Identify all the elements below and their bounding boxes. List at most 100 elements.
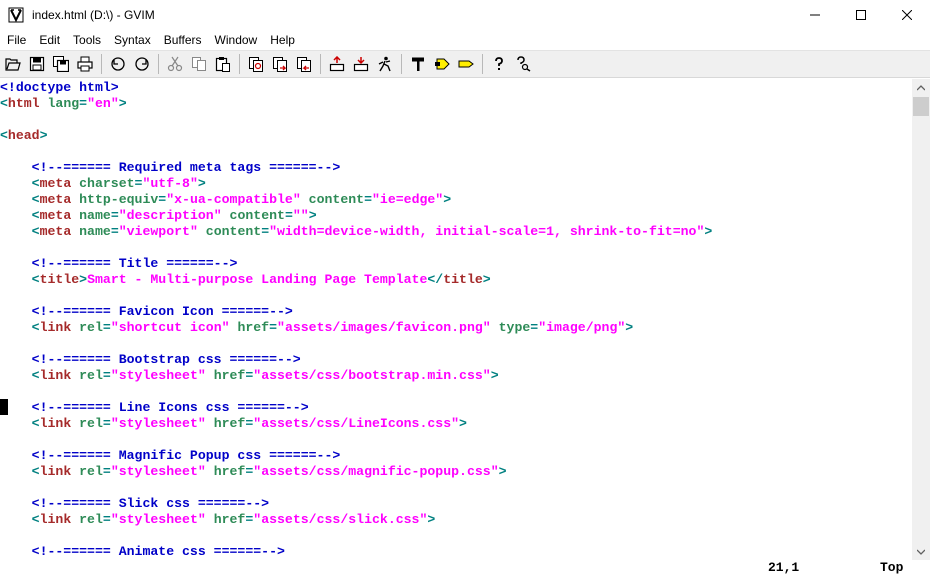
code-line[interactable]: <!--====== Bootstrap css ======--> [0, 352, 712, 368]
code-token: "width=device-width, initial-scale=1, sh… [269, 224, 705, 239]
code-token: "x-ua-compatible" [166, 192, 301, 207]
code-token: < [0, 128, 8, 143]
code-line[interactable]: <meta name="viewport" content="width=dev… [0, 224, 713, 240]
chevron-down-icon [917, 549, 925, 555]
code-line[interactable]: <!--====== Magnific Popup css ======--> [0, 448, 712, 464]
code-line[interactable] [0, 336, 712, 352]
toolbar-separator [158, 54, 159, 74]
print-button[interactable] [74, 53, 96, 75]
code-token: "en" [87, 96, 119, 111]
code-line[interactable]: <!--====== Required meta tags ======--> [0, 160, 712, 176]
code-line[interactable]: <!--====== Favicon Icon ======--> [0, 304, 712, 320]
save-button[interactable] [26, 53, 48, 75]
save-session-icon [353, 57, 369, 72]
run-ctags-button[interactable] [431, 53, 453, 75]
code-line[interactable] [0, 480, 712, 496]
make-button[interactable] [407, 53, 429, 75]
code-line[interactable]: <html lang="en"> [0, 96, 712, 112]
status-line: 21,1 Top [0, 560, 930, 577]
code-line[interactable] [0, 288, 712, 304]
code-token: lang [39, 96, 80, 111]
redo-button[interactable] [131, 53, 153, 75]
save-all-button[interactable] [50, 53, 72, 75]
open-button[interactable] [2, 53, 24, 75]
find-prev-button[interactable] [293, 53, 315, 75]
menu-buffers[interactable]: Buffers [157, 30, 208, 50]
minimize-button[interactable] [792, 0, 838, 30]
run-script-button[interactable] [374, 53, 396, 75]
code-line[interactable]: <link rel="stylesheet" href="assets/css/… [0, 464, 712, 480]
code-line[interactable] [0, 240, 712, 256]
code-line[interactable]: <!--====== Animate css ======--> [0, 544, 712, 560]
find-next-icon [273, 57, 287, 72]
vertical-scrollbar[interactable] [912, 79, 930, 560]
load-session-button[interactable] [326, 53, 348, 75]
maximize-button[interactable] [838, 0, 884, 30]
code-token: < [31, 368, 40, 383]
code-token: href [205, 416, 246, 431]
code-line[interactable]: <!--====== Title ======--> [0, 256, 712, 272]
scroll-up-button[interactable] [912, 79, 930, 96]
jump-tag-button[interactable] [455, 53, 477, 75]
code-token: <!doctype html> [0, 80, 119, 95]
menu-syntax[interactable]: Syntax [107, 30, 157, 50]
undo-button[interactable] [107, 53, 129, 75]
code-line[interactable]: <link rel="shortcut icon" href="assets/i… [0, 320, 712, 336]
code-line[interactable] [0, 144, 712, 160]
cut-button[interactable] [164, 53, 186, 75]
code-token: "stylesheet" [110, 512, 206, 527]
find-next-button[interactable] [269, 53, 291, 75]
jump-tag-icon [458, 60, 474, 68]
gvim-app-icon[interactable] [8, 7, 24, 23]
find-help-button[interactable] [512, 53, 534, 75]
menu-tools[interactable]: Tools [66, 30, 107, 50]
paste-button[interactable] [212, 53, 234, 75]
menu-edit[interactable]: Edit [32, 30, 66, 50]
code-line[interactable]: <link rel="stylesheet" href="assets/css/… [0, 416, 712, 432]
find-help-icon [517, 56, 531, 72]
code-line[interactable]: <link rel="stylesheet" href="assets/css/… [0, 368, 712, 384]
code-line[interactable]: <meta http-equiv = "x-ua-compatible" conte… [0, 192, 712, 208]
code-token: <!--====== Magnific Popup css ======--> [31, 448, 341, 463]
code-line[interactable]: <meta name="description" content=""> [0, 208, 712, 224]
code-token: <!--====== Bootstrap css ======--> [31, 352, 301, 367]
menu-file[interactable]: File [0, 30, 32, 50]
code-line[interactable] [0, 384, 712, 400]
close-button[interactable] [884, 0, 930, 30]
code-line[interactable]: <!--====== Line Icons css ======--> [0, 400, 712, 416]
copy-button[interactable] [188, 53, 210, 75]
code-line[interactable]: <!doctype html> [0, 80, 712, 96]
code-line[interactable] [0, 528, 712, 544]
code-line[interactable]: <head> [0, 128, 712, 144]
code-buffer[interactable]: <!doctype html> <html lang="en"> <head> <… [0, 80, 712, 560]
save-session-button[interactable] [350, 53, 372, 75]
menu-window[interactable]: Window [208, 30, 264, 50]
code-line[interactable]: <link rel="stylesheet" href="assets/css/… [0, 512, 712, 528]
toolbar-separator [101, 54, 102, 74]
menu-help[interactable]: Help [263, 30, 301, 50]
window-title: index.html (D:\) - GVIM [32, 8, 155, 22]
code-line[interactable] [0, 432, 712, 448]
copy-icon [192, 57, 206, 71]
code-token: > [308, 208, 317, 223]
code-token: > [625, 320, 634, 335]
code-token: < [31, 320, 40, 335]
scrollbar-thumb[interactable] [913, 97, 929, 116]
scroll-down-button[interactable] [912, 543, 930, 560]
code-token: = [110, 224, 119, 239]
help-button[interactable] [488, 53, 510, 75]
code-line[interactable]: <!--====== Slick css ======--> [0, 496, 712, 512]
code-line[interactable] [0, 112, 712, 128]
code-line[interactable]: <meta charset="utf-8"> [0, 176, 712, 192]
editor-area[interactable]: <!doctype html> <html lang="en"> <head> <… [0, 79, 912, 560]
code-token: = [261, 224, 270, 239]
code-line[interactable]: <title>Smart - Multi-purpose Landing Pag… [0, 272, 712, 288]
code-token: content [221, 208, 285, 223]
replace-button[interactable] [245, 53, 267, 75]
